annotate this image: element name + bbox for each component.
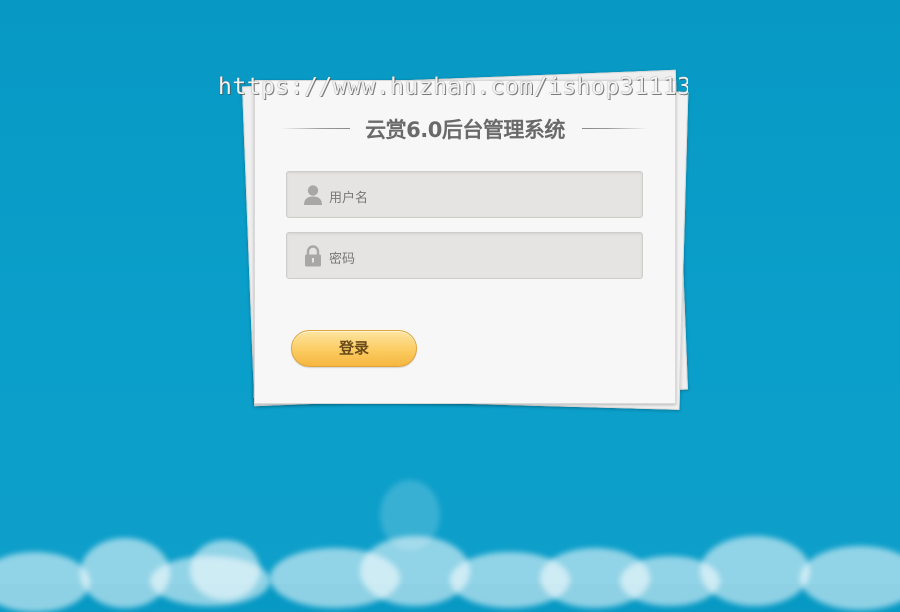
username-placeholder: 用户名 (329, 191, 369, 206)
watermark-text: https://www.huzhan.com/ishop31113 (218, 74, 688, 100)
page-title: 云赏6.0后台管理系统 (365, 118, 565, 142)
lock-icon (303, 245, 323, 267)
password-placeholder: 密码 (329, 252, 356, 267)
title-divider-right (582, 128, 648, 129)
username-field[interactable]: 用户名 (286, 171, 643, 218)
user-icon (303, 184, 323, 206)
password-field[interactable]: 密码 (286, 232, 643, 279)
login-button[interactable]: 登录 (291, 330, 417, 367)
